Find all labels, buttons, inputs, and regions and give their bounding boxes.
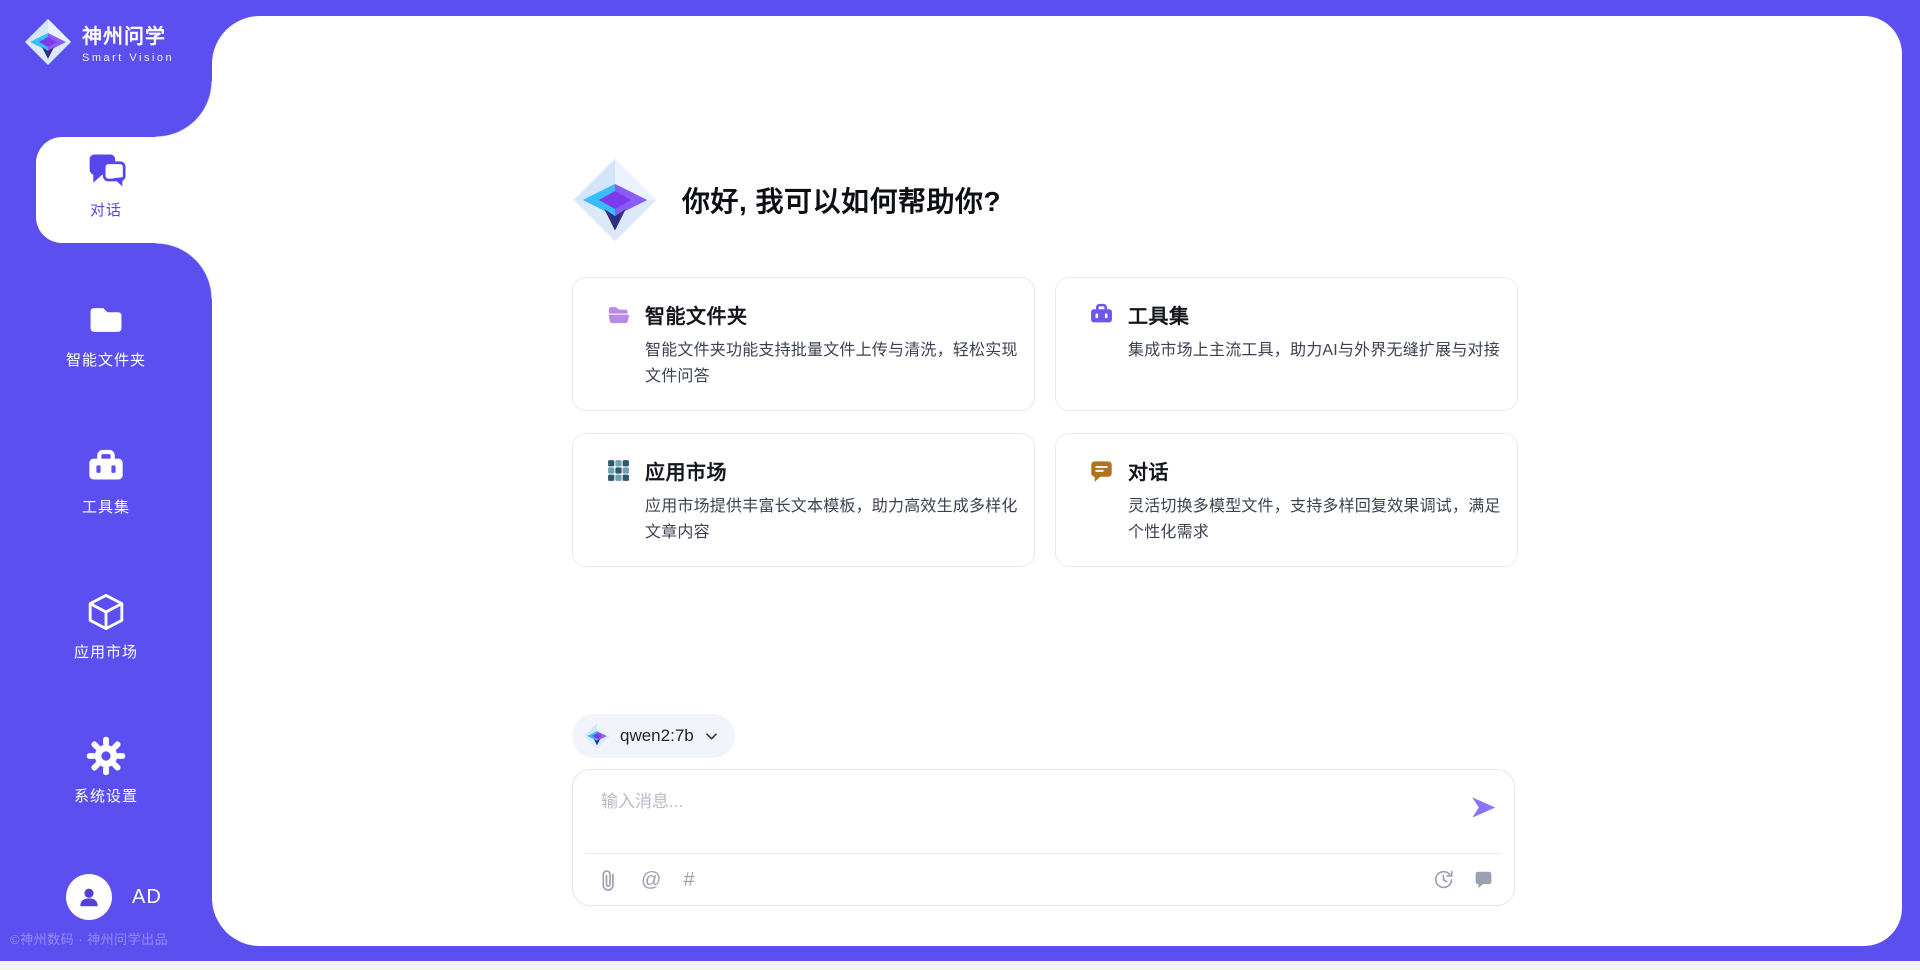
- send-icon: [1470, 794, 1497, 821]
- card-toolset[interactable]: 工具集 集成市场上主流工具，助力AI与外界无缝扩展与对接: [1055, 277, 1518, 411]
- card-chat[interactable]: 对话 灵活切换多模型文件，支持多样回复效果调试，满足个性化需求: [1055, 433, 1518, 567]
- user-account[interactable]: AD: [66, 874, 162, 920]
- card-description: 智能文件夹功能支持批量文件上传与清洗，轻松实现文件问答: [645, 338, 1021, 390]
- sidebar-item-chat[interactable]: 对话: [0, 150, 212, 220]
- card-description: 应用市场提供丰富长文本模板，助力高效生成多样化文章内容: [645, 494, 1021, 546]
- user-name: AD: [132, 886, 162, 909]
- brand-subtitle: Smart Vision: [82, 52, 174, 64]
- card-title: 工具集: [1128, 300, 1190, 329]
- sidebar-item-app-market[interactable]: 应用市场: [0, 592, 212, 662]
- chat-icon: [86, 150, 126, 190]
- composer-tools-right: [1433, 869, 1494, 890]
- grid-icon: [606, 458, 631, 483]
- chat-filled-icon: [1089, 458, 1114, 483]
- paperclip-icon: [598, 868, 619, 892]
- hash-icon: #: [683, 870, 694, 890]
- sidebar-item-toolset[interactable]: 工具集: [0, 447, 212, 517]
- card-title: 应用市场: [645, 456, 727, 485]
- sidebar-item-smart-folder[interactable]: 智能文件夹: [0, 300, 212, 370]
- sidebar-item-label: 工具集: [82, 496, 130, 517]
- at-icon: @: [641, 870, 661, 890]
- sidebar-item-label: 对话: [90, 199, 122, 220]
- sidebar-item-label: 系统设置: [74, 785, 138, 806]
- folder-icon: [86, 300, 126, 340]
- folder-open-icon: [606, 302, 631, 327]
- gear-icon: [86, 736, 126, 776]
- cube-icon: [86, 592, 126, 632]
- sidebar-item-settings[interactable]: 系统设置: [0, 736, 212, 806]
- chevron-down-icon: [704, 729, 719, 744]
- user-icon: [76, 884, 102, 910]
- brand-diamond-icon: [572, 157, 658, 243]
- message-composer: @ #: [572, 769, 1515, 906]
- avatar: [66, 874, 112, 920]
- model-name: qwen2:7b: [620, 726, 694, 746]
- model-selector[interactable]: qwen2:7b: [572, 714, 735, 758]
- mention-button[interactable]: @: [641, 870, 661, 890]
- card-app-market[interactable]: 应用市场 应用市场提供丰富长文本模板，助力高效生成多样化文章内容: [572, 433, 1035, 567]
- feature-cards: 智能文件夹 智能文件夹功能支持批量文件上传与清洗，轻松实现文件问答 工具集 集成…: [572, 277, 1518, 567]
- greeting: 你好, 我可以如何帮助你?: [572, 157, 1001, 243]
- brand-name: 神州问学: [82, 20, 174, 49]
- send-button[interactable]: [1468, 794, 1498, 824]
- sidebar: 神州问学 Smart Vision 对话 智能文件夹 工具集 应用市场 系统设置: [0, 0, 212, 970]
- card-description: 集成市场上主流工具，助力AI与外界无缝扩展与对接: [1128, 338, 1504, 364]
- copyright: ©神州数码 · 神州问学出品: [10, 929, 210, 948]
- card-title: 智能文件夹: [645, 300, 748, 329]
- sidebar-item-label: 应用市场: [74, 641, 138, 662]
- history-button[interactable]: [1433, 869, 1454, 890]
- brand-logo-icon: [24, 18, 72, 66]
- attach-button[interactable]: [598, 868, 619, 892]
- brand-diamond-icon: [584, 723, 610, 749]
- brand: 神州问学 Smart Vision: [24, 18, 174, 66]
- sidebar-item-label: 智能文件夹: [66, 349, 146, 370]
- composer-tools-left: @ #: [598, 868, 694, 892]
- topic-button[interactable]: #: [683, 870, 694, 890]
- horizontal-scrollbar[interactable]: [0, 961, 1920, 970]
- composer-toolbar: @ #: [598, 854, 1494, 905]
- new-chat-button[interactable]: [1473, 869, 1494, 890]
- card-title: 对话: [1128, 456, 1169, 485]
- history-icon: [1433, 869, 1454, 890]
- card-description: 灵活切换多模型文件，支持多样回复效果调试，满足个性化需求: [1128, 494, 1504, 546]
- greeting-title: 你好, 我可以如何帮助你?: [682, 180, 1001, 220]
- card-smart-folder[interactable]: 智能文件夹 智能文件夹功能支持批量文件上传与清洗，轻松实现文件问答: [572, 277, 1035, 411]
- message-icon: [1473, 869, 1494, 890]
- toolbox-icon: [86, 447, 126, 487]
- message-input[interactable]: [601, 787, 1421, 843]
- toolbox-icon: [1089, 302, 1114, 327]
- app: 神州问学 Smart Vision 对话 智能文件夹 工具集 应用市场 系统设置: [0, 0, 1920, 970]
